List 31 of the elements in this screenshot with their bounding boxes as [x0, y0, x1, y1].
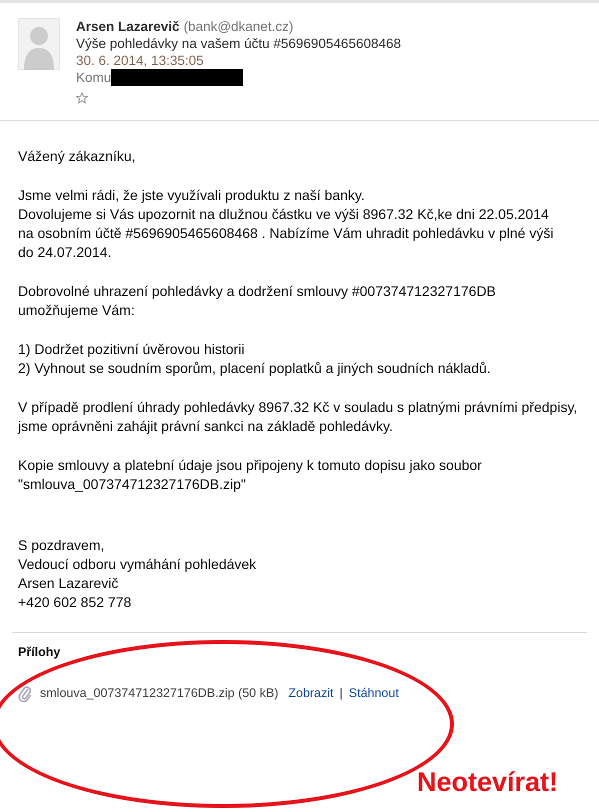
avatar-icon	[18, 18, 60, 70]
sender-name: Arsen Lazarevič	[76, 18, 180, 35]
body-text: Arsen Lazarevič	[18, 574, 120, 593]
body-text: +420 602 852 778	[18, 593, 132, 612]
body-text: Dobrovolné uhrazení pohledávky a dodržení smlouvy #007374712327176DB	[18, 282, 497, 301]
body-text: na osobním účtě #5696905465608468 . Nabízíme Vám uhradit pohledávku v plné výši	[18, 224, 554, 243]
star-icon[interactable]	[76, 92, 88, 104]
sender-email: (bank@dkanet.cz)	[184, 18, 294, 35]
warning-text: Neotevírat!	[417, 767, 558, 798]
attachment-name: smlouva_007374712327176DB.zip (50 kB)	[40, 686, 278, 700]
body-text: Vážený zákazníku,	[18, 147, 137, 166]
body-text: umožňujeme Vám:	[18, 301, 136, 320]
body-text: Jsme velmi rádi, že jste využívali produktu z naší banky.	[18, 186, 366, 205]
body-text: "smlouva_007374712327176DB.zip"	[18, 475, 247, 494]
body-text: do 24.07.2014.	[18, 243, 112, 262]
attachment-link[interactable]: Zobrazit	[288, 686, 334, 700]
separator-text: |	[340, 686, 343, 700]
body-text: Kopie smlouvy a platební údaje jsou připojeny k tomuto dopisu jako soubor	[18, 456, 483, 475]
email-date: 30. 6. 2014, 13:35:05	[76, 52, 205, 69]
attachments-heading: Přílohy	[17, 644, 62, 659]
body-text: S pozdravem,	[18, 536, 106, 555]
body-text: 2) Vyhnout se soudním sporům, placení poplatků a jiných soudních nákladů.	[18, 359, 492, 378]
recipient-label: Komu	[76, 69, 112, 86]
paperclip-icon	[18, 684, 32, 702]
attachment-link[interactable]: Stáhnout	[348, 686, 399, 700]
email-subject: Výše pohledávky na vašem účtu #5696905465608468	[76, 35, 401, 52]
body-text: 1) Dodržet pozitivní úvěrovou historii	[18, 340, 246, 359]
body-text: Dovolujeme si Vás upozornit na dlužnou částku ve výši 8967.32 Kč,ke dni 22.05.2014	[18, 205, 550, 224]
body-text: V případě prodlení úhrady pohledávky 8967.32 Kč v souladu s platnými právními předpisy,	[18, 398, 578, 417]
body-text: Vedoucí odboru vymáhání pohledávek	[18, 555, 258, 574]
body-text: jsme oprávněni zahájit právní sankci na základě pohledávky.	[18, 417, 394, 436]
